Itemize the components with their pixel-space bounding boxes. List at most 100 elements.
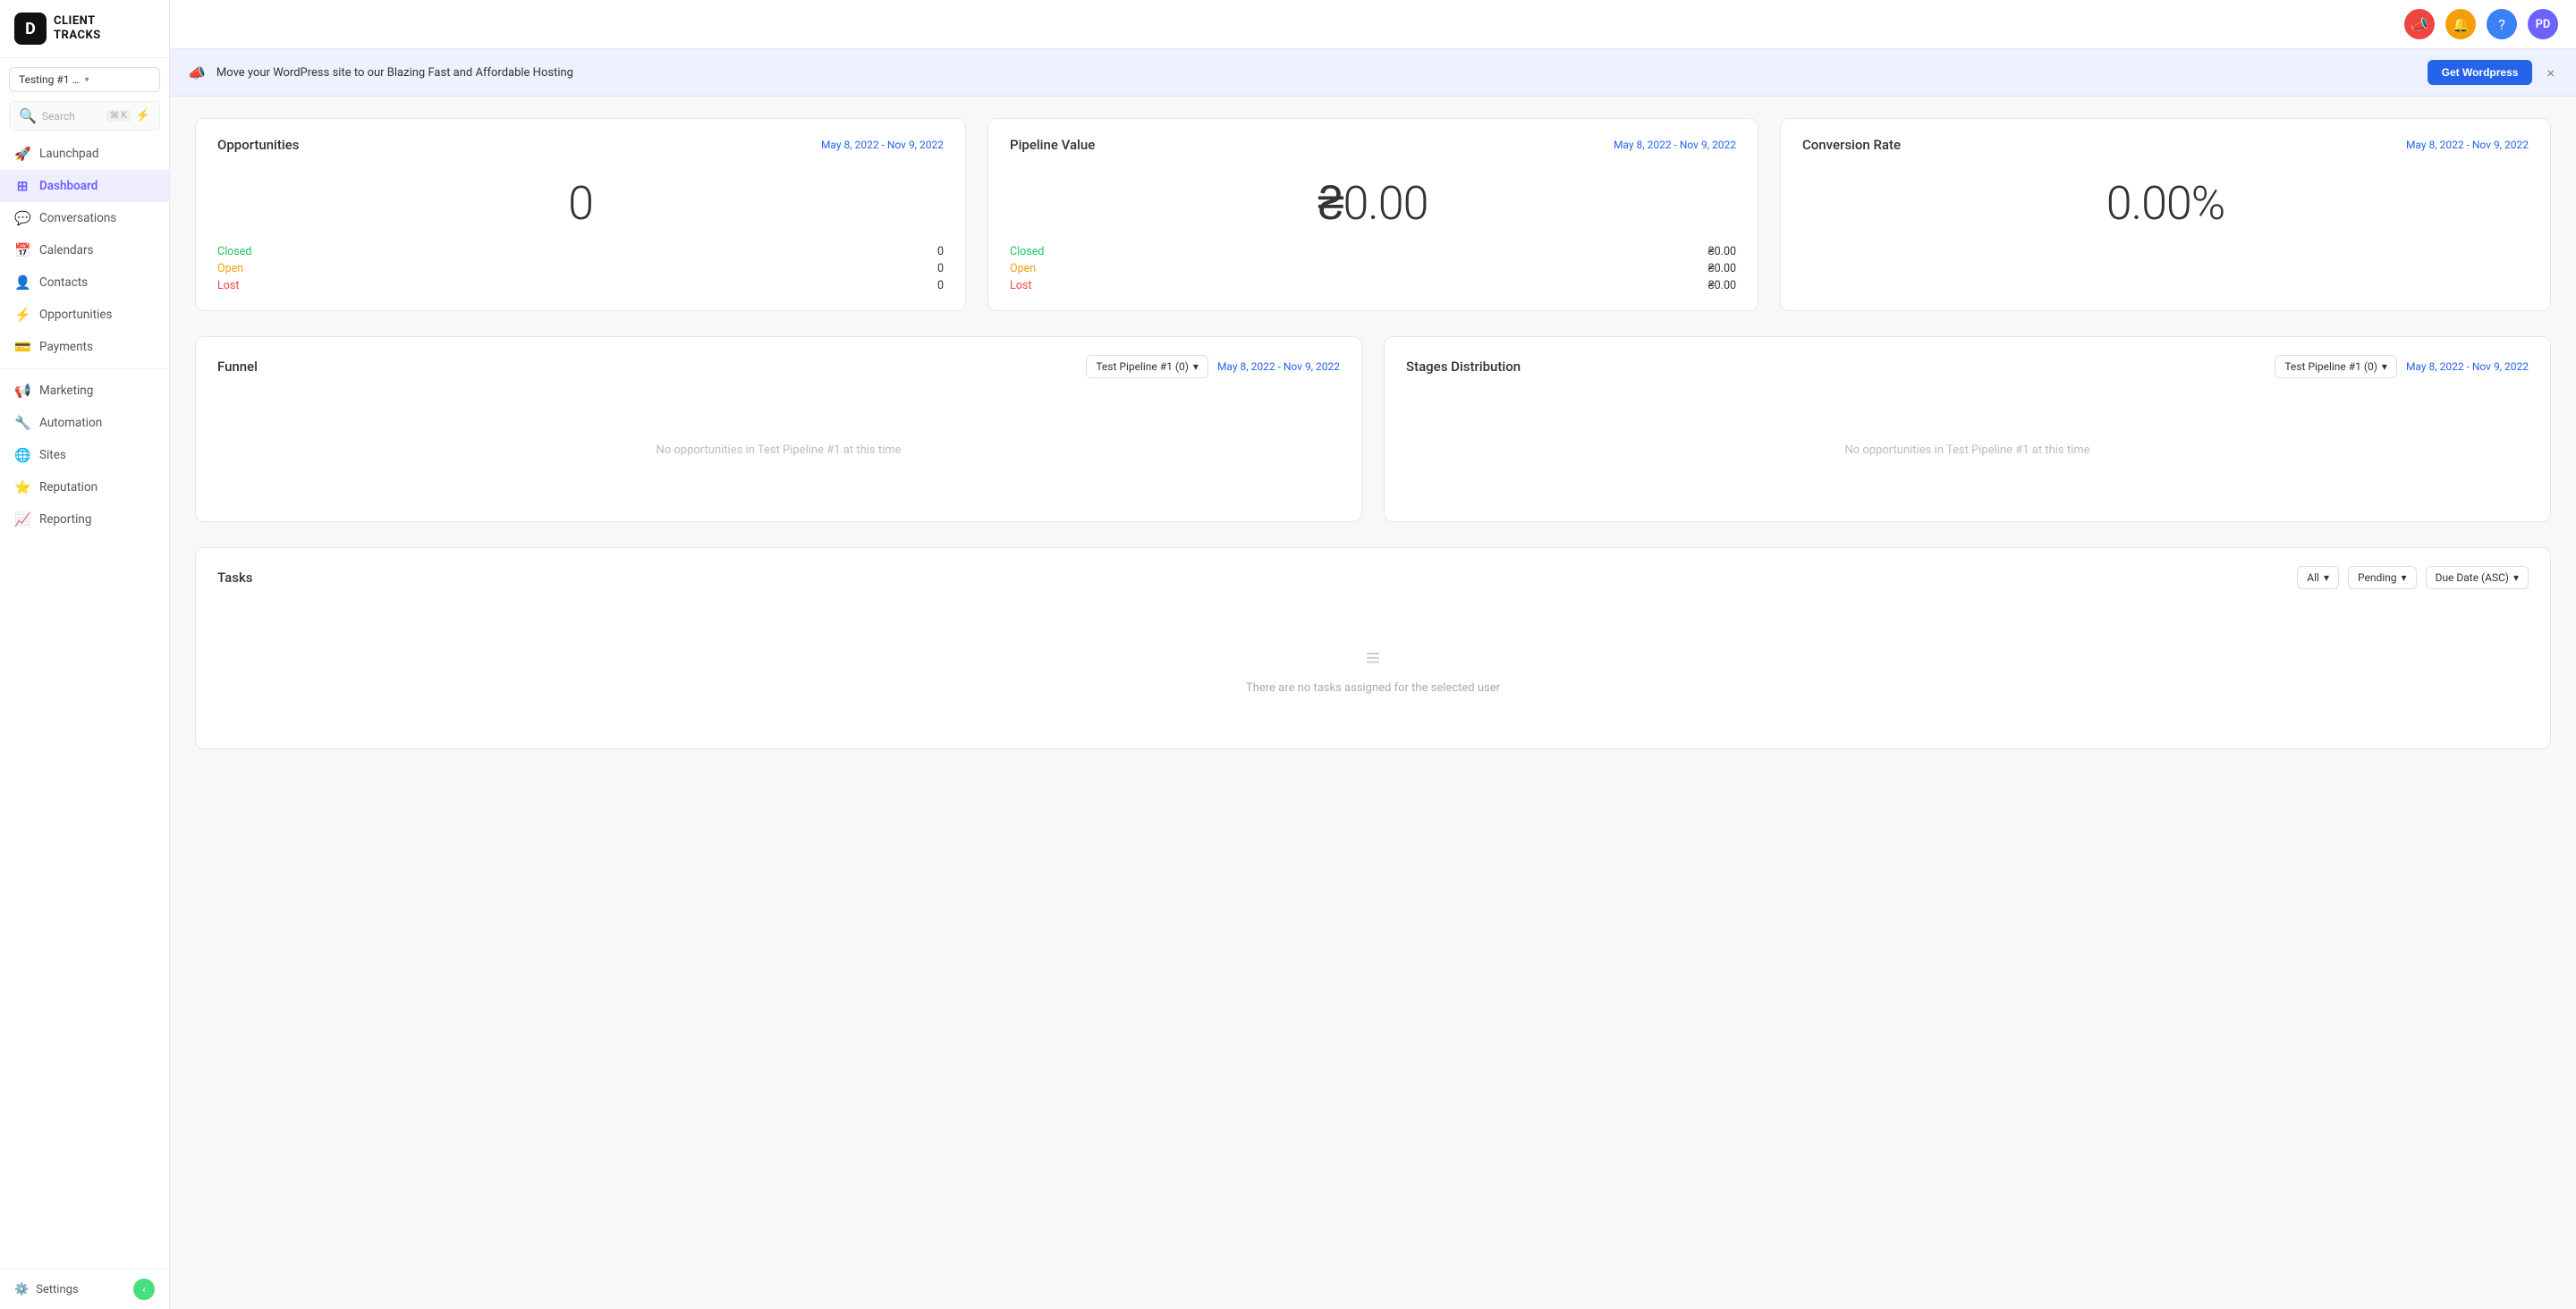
tasks-card: Tasks All ▾ Pending ▾ Due Date (ASC) ▾ — [195, 547, 2551, 749]
tasks-title: Tasks — [217, 570, 253, 586]
help-button[interactable]: ? — [2487, 9, 2517, 39]
banner-close-button[interactable]: × — [2543, 64, 2558, 81]
charts-row: Funnel Test Pipeline #1 (0) ▾ May 8, 202… — [195, 336, 2551, 522]
contacts-icon: 👤 — [14, 274, 30, 291]
opportunities-closed-row: Closed 0 — [217, 245, 944, 258]
closed-value: 0 — [937, 245, 944, 258]
help-icon: ? — [2498, 16, 2505, 33]
sidebar-item-payments[interactable]: 💳 Payments — [0, 331, 169, 363]
sidebar-item-reporting[interactable]: 📈 Reporting — [0, 503, 169, 536]
chevron-down-icon: ▾ — [2402, 571, 2407, 584]
sidebar-item-launchpad[interactable]: 🚀 Launchpad — [0, 138, 169, 170]
tasks-filter-due-date[interactable]: Due Date (ASC) ▾ — [2426, 566, 2529, 589]
pipeline-value-header: Pipeline Value May 8, 2022 - Nov 9, 2022 — [1010, 137, 1736, 153]
nav-divider — [0, 368, 169, 369]
sidebar-item-sites[interactable]: 🌐 Sites — [0, 439, 169, 471]
bell-button[interactable]: 🔔 — [2445, 9, 2476, 39]
conversion-rate-card: Conversion Rate May 8, 2022 - Nov 9, 202… — [1780, 118, 2551, 311]
stages-pipeline-select[interactable]: Test Pipeline #1 (0) ▾ — [2275, 355, 2397, 378]
pipeline-open-value: ₴0.00 — [1708, 262, 1736, 275]
reporting-icon: 📈 — [14, 511, 30, 528]
funnel-pipeline-select[interactable]: Test Pipeline #1 (0) ▾ — [1086, 355, 1208, 378]
account-name: Testing #1 Account -- ... — [19, 73, 85, 86]
stats-row: Opportunities May 8, 2022 - Nov 9, 2022 … — [195, 118, 2551, 311]
pipeline-open-row: Open ₴0.00 — [1010, 262, 1736, 275]
notifications-button[interactable]: 📣 — [2404, 9, 2435, 39]
sidebar-item-automation[interactable]: 🔧 Automation — [0, 407, 169, 439]
tasks-empty-text: There are no tasks assigned for the sele… — [1246, 681, 1500, 695]
avatar-button[interactable]: PD — [2528, 9, 2558, 39]
pipeline-closed-label: Closed — [1010, 245, 1044, 258]
logo-text: CLIENT TRACKS — [54, 14, 101, 42]
sidebar-item-calendars[interactable]: 📅 Calendars — [0, 234, 169, 266]
tasks-filter-pending[interactable]: Pending ▾ — [2348, 566, 2417, 589]
pipeline-open-label: Open — [1010, 262, 1036, 275]
funnel-empty-state: No opportunities in Test Pipeline #1 at … — [217, 396, 1340, 503]
chevron-down-icon: ▾ — [85, 75, 151, 85]
pipeline-value-title: Pipeline Value — [1010, 137, 1095, 153]
settings-icon: ⚙️ — [14, 1283, 29, 1296]
search-shortcut: ⌘ K — [106, 110, 131, 122]
stages-header: Stages Distribution Test Pipeline #1 (0)… — [1406, 355, 2529, 378]
flash-icon: ⚡ — [136, 109, 150, 122]
conversion-rate-date-range[interactable]: May 8, 2022 - Nov 9, 2022 — [2406, 139, 2529, 151]
pipeline-value-value: ₴0.00 — [1010, 167, 1736, 245]
stages-empty-state: No opportunities in Test Pipeline #1 at … — [1406, 396, 2529, 503]
sidebar-item-opportunities[interactable]: ⚡ Opportunities — [0, 299, 169, 331]
payments-icon: 💳 — [14, 339, 30, 355]
sidebar-item-reputation[interactable]: ⭐ Reputation — [0, 471, 169, 503]
chevron-down-icon: ▾ — [2324, 571, 2329, 584]
bell-icon: 🔔 — [2452, 16, 2470, 33]
sidebar-item-conversations[interactable]: 💬 Conversations — [0, 202, 169, 234]
sites-icon: 🌐 — [14, 447, 30, 463]
marketing-icon: 📢 — [14, 383, 30, 399]
launchpad-icon: 🚀 — [14, 146, 30, 162]
open-value: 0 — [937, 262, 944, 275]
sidebar-item-settings[interactable]: ⚙️ Settings — [14, 1283, 79, 1296]
stages-date-range[interactable]: May 8, 2022 - Nov 9, 2022 — [2406, 360, 2529, 373]
stages-controls: Test Pipeline #1 (0) ▾ May 8, 2022 - Nov… — [2275, 355, 2529, 378]
pipeline-value-breakdown: Closed ₴0.00 Open ₴0.00 Lost ₴0.00 — [1010, 245, 1736, 292]
pipeline-lost-label: Lost — [1010, 279, 1031, 292]
nav-section: 🚀 Launchpad ⊞ Dashboard 💬 Conversations … — [0, 138, 169, 1269]
closed-label: Closed — [217, 245, 251, 258]
pipeline-value-card: Pipeline Value May 8, 2022 - Nov 9, 2022… — [987, 118, 1758, 311]
opportunities-icon: ⚡ — [14, 307, 30, 323]
dashboard-content: Opportunities May 8, 2022 - Nov 9, 2022 … — [170, 97, 2576, 771]
pipeline-value-date-range[interactable]: May 8, 2022 - Nov 9, 2022 — [1614, 139, 1736, 151]
tasks-header: Tasks All ▾ Pending ▾ Due Date (ASC) ▾ — [217, 566, 2529, 589]
sidebar-item-contacts[interactable]: 👤 Contacts — [0, 266, 169, 299]
sidebar-collapse-button[interactable]: ‹ — [133, 1279, 155, 1300]
tasks-filter-all[interactable]: All ▾ — [2297, 566, 2339, 589]
funnel-header: Funnel Test Pipeline #1 (0) ▾ May 8, 202… — [217, 355, 1340, 378]
account-selector[interactable]: Testing #1 Account -- ... ▾ — [9, 67, 160, 92]
opportunities-value: 0 — [217, 167, 944, 245]
get-wordpress-button[interactable]: Get Wordpress — [2428, 60, 2533, 85]
megaphone-icon: 📣 — [2411, 16, 2428, 33]
main-content: 📣 🔔 ? PD 📣 Move your WordPress site to o… — [170, 0, 2576, 1309]
calendars-icon: 📅 — [14, 242, 30, 258]
sidebar-logo: D CLIENT TRACKS — [0, 0, 169, 58]
tasks-empty-icon: ≡ — [1366, 643, 1380, 672]
opportunities-breakdown: Closed 0 Open 0 Lost 0 — [217, 245, 944, 292]
chevron-down-icon: ▾ — [2513, 571, 2519, 584]
avatar-initials: PD — [2536, 18, 2551, 31]
opportunities-title: Opportunities — [217, 137, 299, 153]
open-label: Open — [217, 262, 243, 275]
opportunities-date-range[interactable]: May 8, 2022 - Nov 9, 2022 — [821, 139, 944, 151]
sidebar-item-marketing[interactable]: 📢 Marketing — [0, 375, 169, 407]
chevron-down-icon: ▾ — [2382, 360, 2387, 373]
sidebar-item-dashboard[interactable]: ⊞ Dashboard — [0, 170, 169, 202]
search-bar[interactable]: 🔍 Search ⌘ K ⚡ — [9, 101, 160, 131]
logo-icon: D — [14, 13, 47, 45]
top-header: 📣 🔔 ? PD — [170, 0, 2576, 49]
lost-value: 0 — [937, 279, 944, 292]
tasks-empty-state: ≡ There are no tasks assigned for the se… — [217, 607, 2529, 731]
funnel-title: Funnel — [217, 359, 258, 375]
pipeline-lost-value: ₴0.00 — [1708, 279, 1736, 292]
banner-icon: 📣 — [188, 64, 206, 81]
funnel-date-range[interactable]: May 8, 2022 - Nov 9, 2022 — [1217, 360, 1340, 373]
opportunities-open-row: Open 0 — [217, 262, 944, 275]
conversion-rate-header: Conversion Rate May 8, 2022 - Nov 9, 202… — [1802, 137, 2529, 153]
opportunities-card: Opportunities May 8, 2022 - Nov 9, 2022 … — [195, 118, 966, 311]
